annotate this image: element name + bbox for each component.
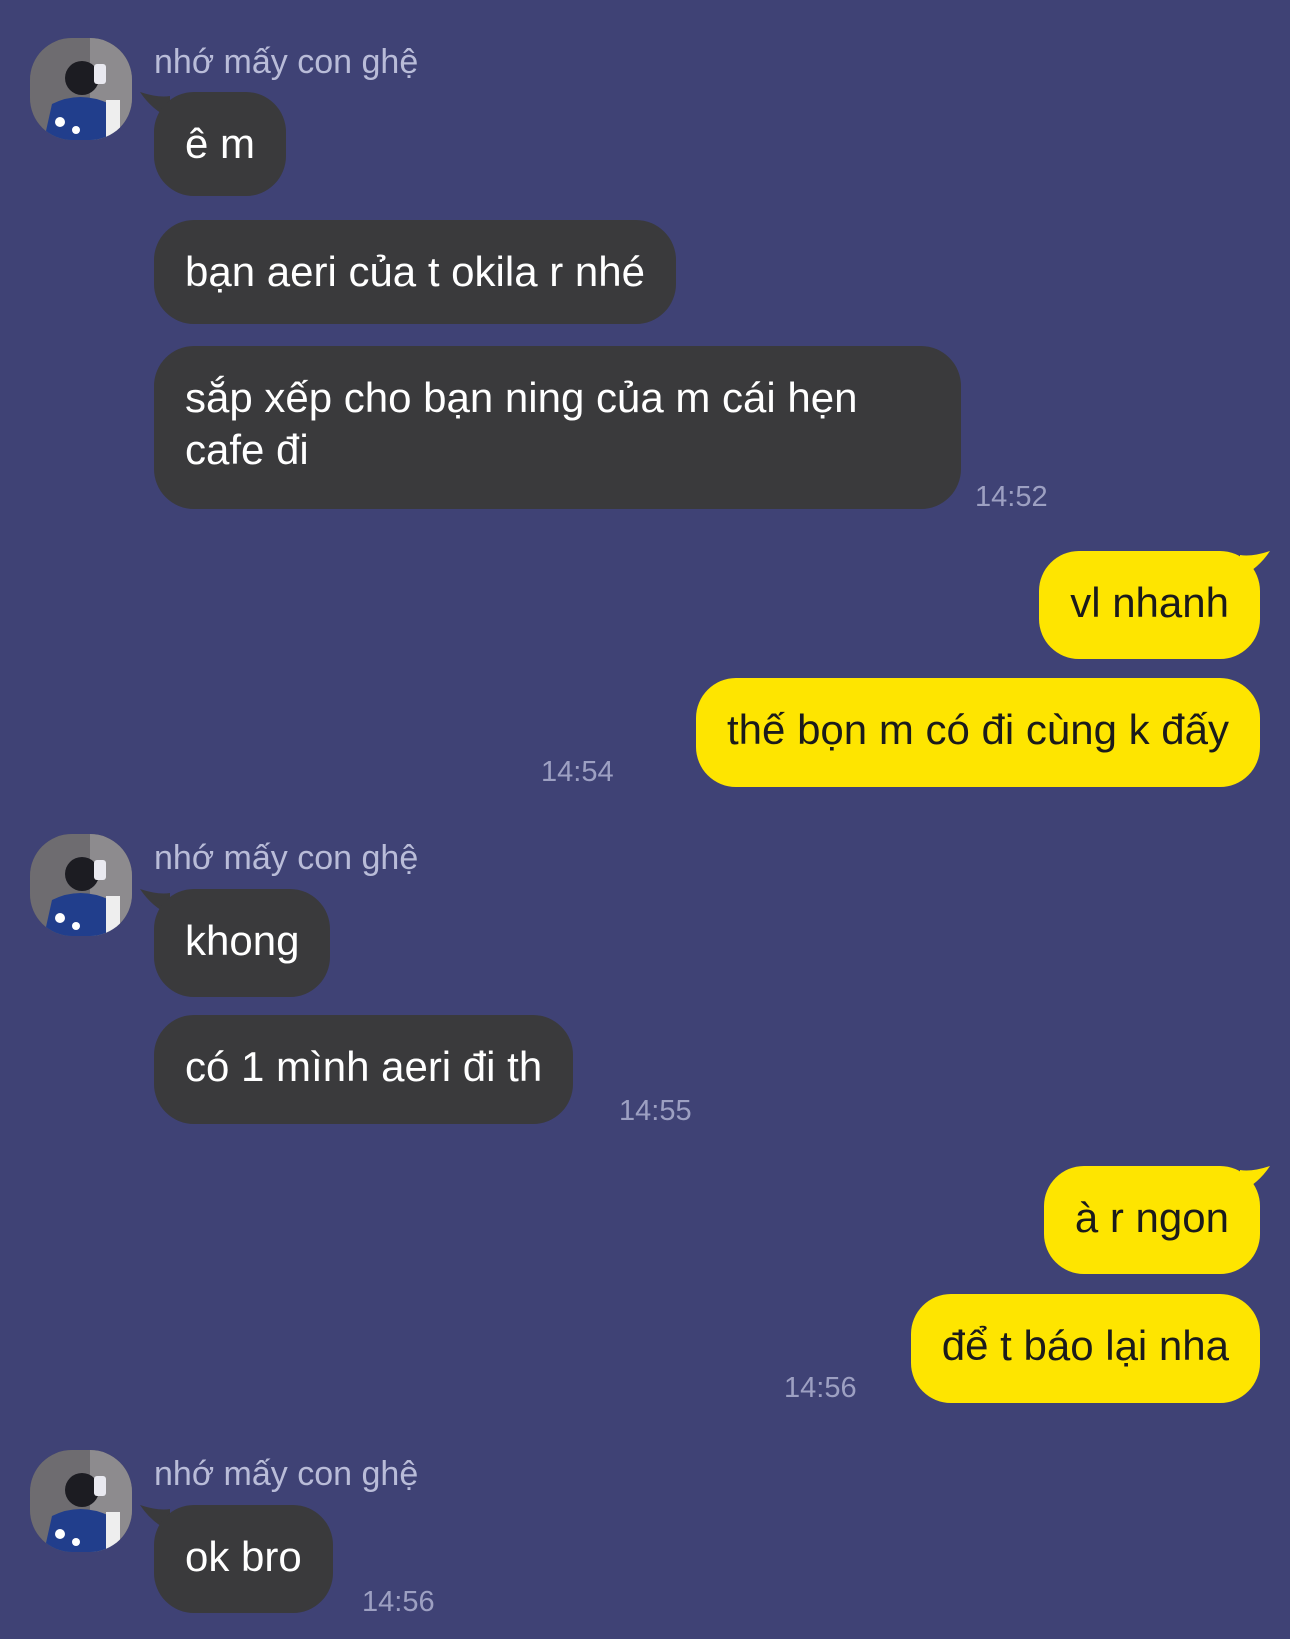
sender-name: nhớ mấy con ghệ	[154, 839, 419, 877]
incoming-message-bubble[interactable]: khong	[154, 889, 331, 997]
outgoing-message-bubble[interactable]: thế bọn m có đi cùng k đấy	[696, 678, 1260, 787]
avatar-photo-icon	[30, 38, 132, 140]
incoming-message-bubble[interactable]: ok bro	[154, 1505, 333, 1613]
message-timestamp: 14:52	[975, 481, 1048, 513]
outgoing-message-bubble[interactable]: để t báo lại nha	[910, 1294, 1260, 1403]
outgoing-message-bubble[interactable]: à r ngon	[1043, 1166, 1260, 1274]
outgoing-message-bubble[interactable]: vl nhanh	[1039, 551, 1260, 659]
incoming-message-bubble[interactable]: ê m	[154, 92, 287, 196]
incoming-message-bubble[interactable]: bạn aeri của t okila r nhé	[154, 220, 676, 324]
contact-avatar[interactable]	[30, 38, 132, 140]
incoming-message-bubble[interactable]: sắp xếp cho bạn ning của m cái hẹn cafe …	[154, 346, 961, 509]
sender-name: nhớ mấy con ghệ	[154, 43, 419, 81]
message-timestamp: 14:54	[541, 756, 614, 788]
message-timestamp: 14:56	[362, 1586, 435, 1618]
message-timestamp: 14:56	[784, 1372, 857, 1404]
sender-name: nhớ mấy con ghệ	[154, 1455, 419, 1493]
incoming-message-bubble[interactable]: có 1 mình aeri đi th	[154, 1015, 574, 1124]
avatar-photo-icon	[30, 834, 132, 936]
contact-avatar[interactable]	[30, 1450, 132, 1552]
chat-thread: nhớ mấy con ghệ ê m bạn aeri của t okila…	[0, 0, 1290, 1639]
avatar-photo-icon	[30, 1450, 132, 1552]
message-timestamp: 14:55	[619, 1095, 692, 1127]
contact-avatar[interactable]	[30, 834, 132, 936]
